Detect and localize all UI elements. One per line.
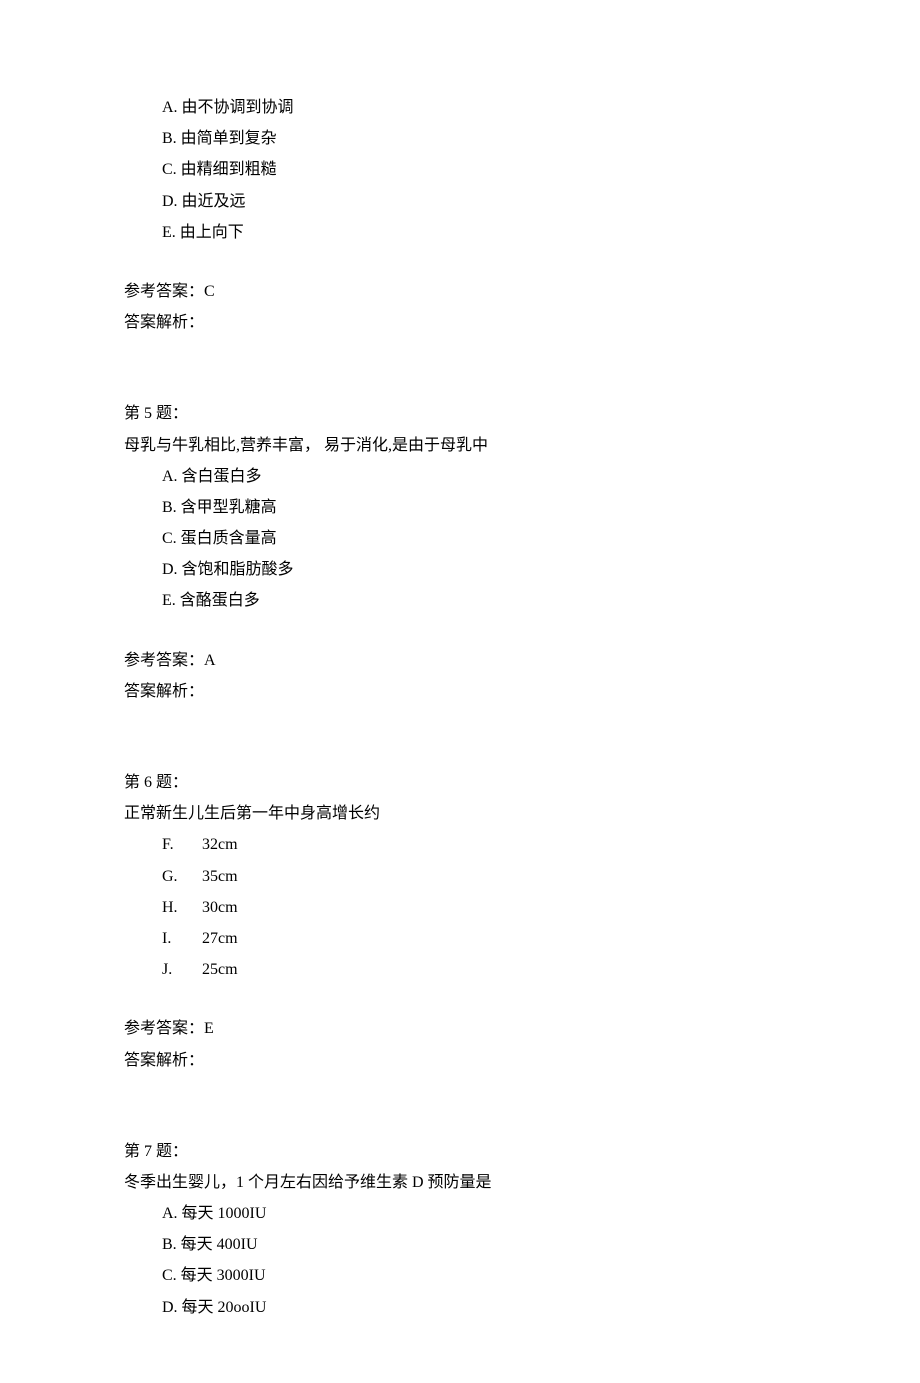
q6-option-j-value: 25cm bbox=[202, 954, 238, 985]
q7-option-d: D. 每天 20ooIU bbox=[162, 1292, 920, 1323]
q6-option-g: G. 35cm bbox=[162, 861, 920, 892]
q6-option-g-value: 35cm bbox=[202, 861, 238, 892]
q5-header: 第 5 题： bbox=[124, 398, 920, 429]
q4-option-b: B. 由简单到复杂 bbox=[162, 123, 920, 154]
q7-option-a: A. 每天 1000IU bbox=[162, 1198, 920, 1229]
q4-options: A. 由不协调到协调 B. 由简单到复杂 C. 由精细到粗糙 D. 由近及远 E… bbox=[124, 92, 920, 248]
q5-option-b: B. 含甲型乳糖高 bbox=[162, 492, 920, 523]
q6-option-i-letter: I. bbox=[162, 923, 202, 954]
q6-answer: 参考答案：E bbox=[124, 1013, 920, 1044]
q7-option-b: B. 每天 400IU bbox=[162, 1229, 920, 1260]
q6-option-j: J. 25cm bbox=[162, 954, 920, 985]
q6-option-h-value: 30cm bbox=[202, 892, 238, 923]
q6-option-h-letter: H. bbox=[162, 892, 202, 923]
q6-option-h: H. 30cm bbox=[162, 892, 920, 923]
q7-option-c: C. 每天 3000IU bbox=[162, 1260, 920, 1291]
q6-option-f-value: 32cm bbox=[202, 829, 238, 860]
q4-analysis: 答案解析： bbox=[124, 307, 920, 338]
q7-header: 第 7 题： bbox=[124, 1136, 920, 1167]
q6-stem: 正常新生儿生后第一年中身高增长约 bbox=[124, 798, 920, 829]
q5-options: A. 含白蛋白多 B. 含甲型乳糖高 C. 蛋白质含量高 D. 含饱和脂肪酸多 … bbox=[124, 461, 920, 617]
q5-stem: 母乳与牛乳相比,营养丰富， 易于消化,是由于母乳中 bbox=[124, 430, 920, 461]
q5-option-e: E. 含酪蛋白多 bbox=[162, 585, 920, 616]
q5-analysis: 答案解析： bbox=[124, 676, 920, 707]
q6-option-g-letter: G. bbox=[162, 861, 202, 892]
q5-option-d: D. 含饱和脂肪酸多 bbox=[162, 554, 920, 585]
q4-answer: 参考答案：C bbox=[124, 276, 920, 307]
q7-stem: 冬季出生婴儿，1 个月左右因给予维生素 D 预防量是 bbox=[124, 1167, 920, 1198]
q6-option-f: F. 32cm bbox=[162, 829, 920, 860]
q6-option-j-letter: J. bbox=[162, 954, 202, 985]
q4-option-e: E. 由上向下 bbox=[162, 217, 920, 248]
q6-option-i-value: 27cm bbox=[202, 923, 238, 954]
q6-option-f-letter: F. bbox=[162, 829, 202, 860]
q6-analysis: 答案解析： bbox=[124, 1045, 920, 1076]
q6-options: F. 32cm G. 35cm H. 30cm I. 27cm J. 25cm bbox=[124, 829, 920, 985]
q4-option-d: D. 由近及远 bbox=[162, 186, 920, 217]
q5-option-c: C. 蛋白质含量高 bbox=[162, 523, 920, 554]
q4-option-a: A. 由不协调到协调 bbox=[162, 92, 920, 123]
q6-header: 第 6 题： bbox=[124, 767, 920, 798]
q7-options: A. 每天 1000IU B. 每天 400IU C. 每天 3000IU D.… bbox=[124, 1198, 920, 1323]
q4-option-c: C. 由精细到粗糙 bbox=[162, 154, 920, 185]
q6-option-i: I. 27cm bbox=[162, 923, 920, 954]
q5-answer: 参考答案：A bbox=[124, 645, 920, 676]
q5-option-a: A. 含白蛋白多 bbox=[162, 461, 920, 492]
